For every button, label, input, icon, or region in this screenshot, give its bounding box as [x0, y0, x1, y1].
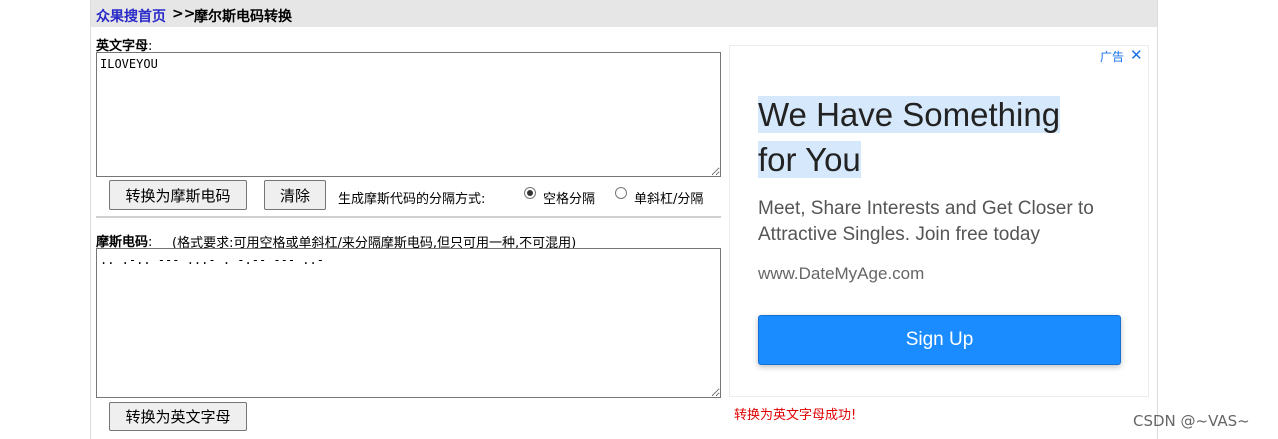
- breadcrumb-home-link[interactable]: 众果搜首页: [96, 6, 166, 26]
- radio-slash-label[interactable]: 单斜杠/分隔: [634, 188, 703, 207]
- ad-headline-line1[interactable]: We Have Something: [758, 96, 1061, 133]
- section-divider: [96, 216, 721, 218]
- page-title: 摩尔斯电码转换: [194, 9, 292, 25]
- radio-space-label[interactable]: 空格分隔: [543, 188, 595, 207]
- radio-slash-separator[interactable]: [615, 187, 627, 199]
- ad-headline-line2[interactable]: for You: [758, 141, 861, 178]
- watermark: CSDN @~VAS~: [1133, 412, 1250, 430]
- close-icon[interactable]: ✕: [1130, 46, 1143, 64]
- breadcrumb-separator: >>: [172, 6, 196, 22]
- status-message: 转换为英文字母成功!: [734, 408, 857, 423]
- ad-signup-button[interactable]: Sign Up: [758, 315, 1121, 365]
- to-english-button[interactable]: 转换为英文字母: [109, 402, 247, 431]
- separator-mode-label: 生成摩斯代码的分隔方式:: [338, 192, 486, 207]
- to-morse-button[interactable]: 转换为摩斯电码: [109, 180, 247, 210]
- radio-space-separator[interactable]: [524, 187, 536, 199]
- ad-badge[interactable]: 广告: [1100, 48, 1124, 65]
- morse-text-input[interactable]: .. .-.. --- ...- . -.-- --- ..-: [96, 248, 721, 398]
- ad-headline[interactable]: We Have Something for You: [758, 92, 1118, 182]
- clear-button[interactable]: 清除: [264, 180, 326, 210]
- ad-url[interactable]: www.DateMyAge.com: [758, 264, 924, 284]
- ad-body[interactable]: Meet, Share Interests and Get Closer to …: [758, 196, 1118, 248]
- english-text-input[interactable]: ILOVEYOU: [96, 52, 721, 177]
